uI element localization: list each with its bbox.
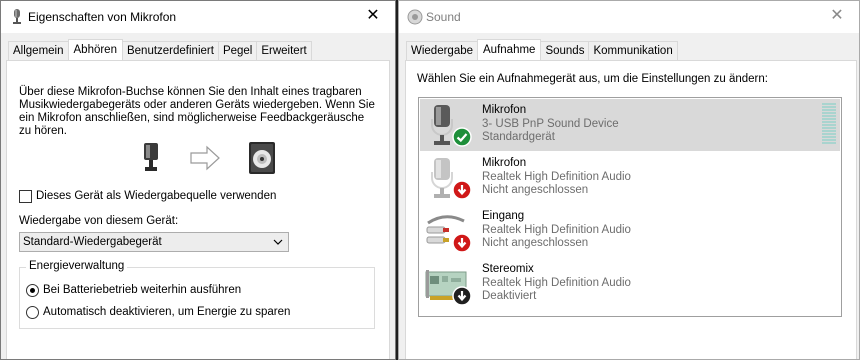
chevron-down-icon	[273, 239, 283, 245]
device-row[interactable]: Mikrofon 3- USB PnP Sound Device Standar…	[420, 99, 840, 151]
device-name: Mikrofon	[482, 157, 527, 169]
group-title: Energieverwaltung	[26, 260, 128, 272]
radio-auto-disable[interactable]: Automatisch deaktivieren, um Energie zu …	[26, 305, 290, 319]
window-title: Eigenschaften von Mikrofon	[28, 10, 177, 24]
device-status: Deaktiviert	[482, 290, 537, 302]
arrow-right-icon	[190, 145, 220, 171]
device-status: Nicht angeschlossen	[482, 184, 589, 196]
red-down-arrow-badge-icon	[452, 180, 472, 200]
device-driver: Realtek High Definition Audio	[482, 171, 631, 183]
tab-erweitert[interactable]: Erweitert	[256, 41, 312, 60]
titlebar[interactable]: Sound ✕	[399, 1, 859, 33]
checkbox-label: Dieses Gerät als Wiedergabequelle verwen…	[36, 190, 277, 202]
tab-strip: Wiedergabe Aufnahme Sounds Kommunikation	[406, 39, 678, 60]
black-down-arrow-badge-icon	[452, 286, 472, 306]
device-status: Standardgerät	[482, 131, 555, 143]
device-name: Stereomix	[482, 263, 534, 275]
tab-pegel[interactable]: Pegel	[217, 41, 258, 60]
tab-sounds[interactable]: Sounds	[540, 41, 590, 60]
device-driver: 3- USB PnP Sound Device	[482, 118, 619, 130]
playback-device-select[interactable]: Standard-Wiedergabegerät	[19, 232, 289, 252]
tab-allgemein[interactable]: Allgemein	[8, 41, 69, 60]
radio-button[interactable]	[26, 305, 39, 319]
microphone-icon	[144, 143, 158, 171]
listen-flow-illustration	[144, 142, 275, 174]
radio-label: Automatisch deaktivieren, um Energie zu …	[43, 306, 291, 318]
instruction-text: Wählen Sie ein Aufnahmegerät aus, um die…	[417, 73, 768, 85]
tab-aufnahme[interactable]: Aufnahme	[477, 39, 542, 60]
level-meter	[822, 103, 836, 144]
microphone-properties-window: Eigenschaften von Mikrofon ✕ Allgemein A…	[0, 0, 396, 360]
device-status: Nicht angeschlossen	[482, 237, 589, 249]
tab-strip: Allgemein Abhören Benutzerdefiniert Pege…	[8, 39, 312, 60]
radio-button[interactable]	[26, 283, 39, 297]
close-button[interactable]: ✕	[815, 1, 859, 33]
tab-wiedergabe[interactable]: Wiedergabe	[406, 41, 479, 60]
check-badge-icon	[452, 127, 472, 147]
titlebar[interactable]: Eigenschaften von Mikrofon ✕	[1, 1, 395, 33]
speaker-icon	[407, 9, 423, 25]
power-management-group: Energieverwaltung Bei Batteriebetrieb we…	[19, 260, 375, 329]
device-row[interactable]: Eingang Realtek High Definition Audio Ni…	[420, 205, 840, 257]
red-down-arrow-badge-icon	[452, 233, 472, 253]
tab-panel: Wählen Sie ein Aufnahmegerät aus, um die…	[405, 60, 857, 359]
tab-benutzerdefiniert[interactable]: Benutzerdefiniert	[121, 41, 219, 60]
sound-window: Sound ✕ Wiedergabe Aufnahme Sounds Kommu…	[398, 0, 860, 360]
description-text: Über diese Mikrofon-Buchse können Sie de…	[19, 86, 375, 137]
tab-panel: Über diese Mikrofon-Buchse können Sie de…	[6, 60, 390, 359]
radio-label: Bei Batteriebetrieb weiterhin ausführen	[43, 284, 242, 296]
window-title: Sound	[426, 10, 461, 24]
use-as-playback-source-checkbox[interactable]: Dieses Gerät als Wiedergabequelle verwen…	[19, 189, 276, 203]
device-name: Eingang	[482, 210, 525, 222]
device-driver: Realtek High Definition Audio	[482, 224, 631, 236]
speaker-icon	[249, 142, 275, 174]
close-button[interactable]: ✕	[351, 1, 395, 33]
device-row[interactable]: Mikrofon Realtek High Definition Audio N…	[420, 152, 840, 204]
recording-device-list[interactable]: Mikrofon 3- USB PnP Sound Device Standar…	[418, 97, 842, 317]
device-name: Mikrofon	[482, 104, 527, 116]
select-value: Standard-Wiedergabegerät	[23, 236, 162, 248]
tab-abhoeren[interactable]: Abhören	[67, 39, 123, 60]
microphone-icon	[13, 9, 21, 24]
device-row[interactable]: Stereomix Realtek High Definition Audio …	[420, 258, 840, 310]
tab-kommunikation[interactable]: Kommunikation	[588, 41, 678, 60]
radio-keep-running[interactable]: Bei Batteriebetrieb weiterhin ausführen	[26, 283, 241, 297]
checkbox-box[interactable]	[19, 189, 32, 203]
device-driver: Realtek High Definition Audio	[482, 277, 631, 289]
playback-device-label: Wiedergabe von diesem Gerät:	[19, 215, 179, 227]
